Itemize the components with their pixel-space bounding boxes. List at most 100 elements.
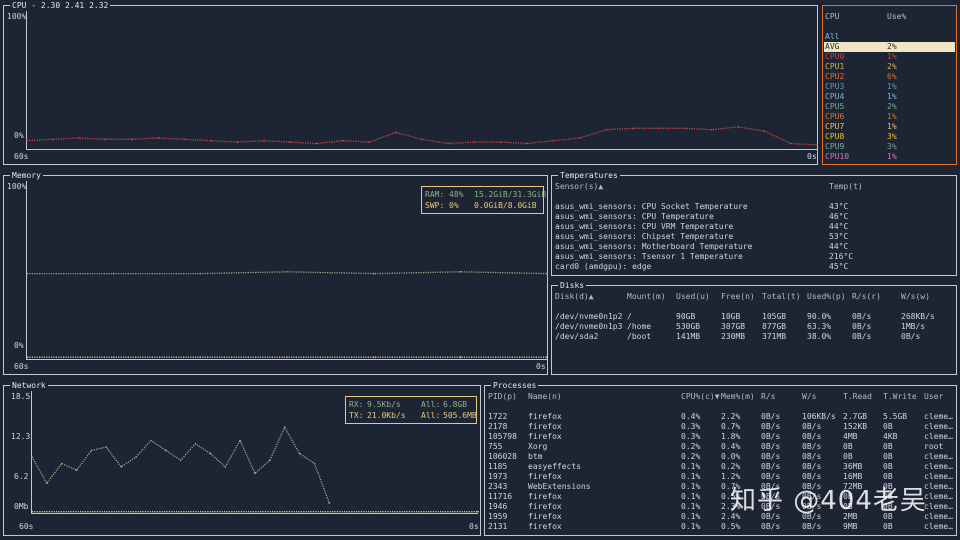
cpu-avg-series-point: [763, 130, 766, 132]
process-row[interactable]: 1722 firefox 0.4% 2.2% 0B/s 106KB/s 2.7GB 5.5GB…: [485, 412, 956, 422]
process-row-cell: 0.4%: [721, 442, 741, 451]
rx-series-point: [209, 452, 212, 455]
process-row[interactable]: 755 Xorg 0.2% 0.4% 0B/s 0B/s 0B 0B root: [485, 442, 956, 452]
processes-header-cell[interactable]: PID(p): [488, 392, 517, 402]
disks-row-cell: 0B/s: [852, 332, 872, 341]
processes-header-cell[interactable]: User: [924, 392, 943, 402]
process-row[interactable]: 1185 easyeffects 0.1% 0.2% 0B/s 0B/s 36MB 0B cle…: [485, 462, 956, 472]
cpu-list-item-name: CPU0: [825, 52, 845, 61]
disks-header-cell[interactable]: Total(t): [762, 292, 801, 302]
cpu-list-item[interactable]: CPU9 3%: [824, 142, 955, 152]
temps-row[interactable]: asus_wmi_sensors: CPU Temperature 46°C: [552, 212, 956, 222]
process-row-cell: 2.7GB: [843, 412, 868, 421]
cpu-plot-area: [26, 11, 818, 150]
disks-panel[interactable]: Disks Disk(d)▲ Mount(m) Used(u) Free(n) Tota…: [551, 280, 957, 375]
temperatures-panel[interactable]: Temperatures Sensor(s)▲ Temp(t) asus_wmi…: [551, 170, 957, 276]
cpu-list-item[interactable]: CPU5 2%: [824, 102, 955, 112]
disks-header-cell[interactable]: Used%(p): [807, 292, 846, 302]
process-row-cell: cleme…: [924, 462, 953, 471]
disks-row[interactable]: /dev/nvme0n1p2 / 90GB 10GB 105GB 90.0% 0B/s 268…: [552, 312, 956, 322]
disks-row[interactable]: /dev/nvme0n1p3/home 530GB 307GB 877GB 63.3% 0…: [552, 322, 956, 332]
temps-row[interactable]: asus_wmi_sensors: Chipset Temperature 53°…: [552, 232, 956, 242]
process-row[interactable]: 2131 firefox 0.1% 0.5% 0B/s 0B/s 9MB 0B cleme…: [485, 522, 956, 532]
cpu-panel[interactable]: CPU - 2.30 2.41 2.32 100% 0% 60s 0s: [3, 0, 818, 165]
process-row[interactable]: 105798 firefox 0.3% 1.8% 0B/s 0B/s 4MB 4KB cleme…: [485, 432, 956, 442]
cpu-list-item[interactable]: CPU3 1%: [824, 82, 955, 92]
tx-label: TX:: [349, 411, 364, 420]
processes-header-cell[interactable]: CPU%(c)▼: [681, 392, 720, 402]
cpu-avg-series-point: [184, 138, 186, 141]
cpu-list-item[interactable]: All: [824, 32, 955, 42]
cpu-list-item[interactable]: AVG 2%: [824, 42, 955, 52]
temps-row[interactable]: card0 (amdgpu): edge 45°C: [552, 262, 956, 272]
cpu-list-item[interactable]: CPU10 1%: [824, 152, 955, 162]
disks-header-cell[interactable]: Disk(d)▲: [555, 292, 594, 302]
cpu-list-item[interactable]: CPU2 6%: [824, 72, 955, 82]
temps-header-sensor[interactable]: Sensor(s)▲: [555, 182, 603, 192]
network-panel[interactable]: Network 18.5 12.3 6.2 0Mb RX: 9.5Kb/s Al…: [3, 380, 481, 536]
memory-panel-title: Memory: [10, 170, 43, 181]
tx-all-label: All:: [421, 411, 441, 420]
ram-series-point: [546, 272, 548, 275]
cpu-avg-series-point: [289, 141, 292, 143]
cpu-avg-series-point: [447, 142, 450, 145]
temps-header-temp[interactable]: Temp(t): [829, 182, 863, 192]
temps-row[interactable]: asus_wmi_sensors: Motherboard Temperatur…: [552, 242, 956, 252]
cpu-avg-series-point: [210, 139, 213, 142]
rx-series-point: [283, 426, 286, 429]
cpu-panel-title: CPU - 2.30 2.41 2.32: [10, 0, 111, 11]
processes-header-cell[interactable]: T.Write: [883, 392, 917, 402]
cpu-list-item[interactable]: CPU0 1%: [824, 52, 955, 62]
process-row-cell: 9MB: [843, 522, 858, 531]
cpu-avg-series: [26, 126, 818, 146]
process-row-cell: 106028: [488, 452, 517, 461]
temps-row[interactable]: asus_wmi_sensors: CPU Socket Temperature…: [552, 202, 956, 212]
swap-series-point: [546, 356, 548, 358]
temps-row[interactable]: asus_wmi_sensors: Tsensor 1 Temperature 2…: [552, 252, 956, 262]
process-row-cell: firefox: [528, 512, 562, 521]
memory-panel[interactable]: Memory 100% 0% RAM: 48% 15.2GiB/31.3GiB …: [3, 170, 548, 375]
cpu-list-panel[interactable]: CPU Use% All AVG 2% CPU0 1% CPU1 2% CPU2 6% CPU3 1…: [822, 5, 957, 165]
process-row-cell: cleme…: [924, 432, 953, 441]
disks-header-cell[interactable]: R/s(r): [852, 292, 881, 302]
rx-series-point: [298, 452, 301, 455]
temps-row[interactable]: asus_wmi_sensors: CPU VRM Temperature 44°…: [552, 222, 956, 232]
cpu-list-item[interactable]: CPU7 1%: [824, 122, 955, 132]
cpu-list-item-use: 2%: [887, 42, 897, 51]
process-row-cell: cleme…: [924, 472, 953, 481]
swap-series-point: [459, 356, 462, 358]
disks-row-cell: 38.0%: [807, 332, 832, 341]
cpu-list-item[interactable]: CPU8 3%: [824, 132, 955, 142]
process-row[interactable]: 106028 btm 0.2% 0.0% 0B/s 0B/s 0B 0B cleme…: [485, 452, 956, 462]
cpu-list-item-name: CPU7: [825, 122, 845, 131]
disks-row-cell: 105GB: [762, 312, 787, 321]
processes-header-cell[interactable]: T.Read: [843, 392, 872, 402]
disks-row-cell: 63.3%: [807, 322, 832, 331]
process-row-cell: 0B/s: [761, 442, 781, 451]
rx-series-point: [120, 466, 122, 468]
disks-row-cell: 0B/s: [852, 312, 872, 321]
disks-row[interactable]: /dev/sda2/boot 141MB 230MB 371MB 38.0% 0B/s 0B…: [552, 332, 956, 342]
cpu-list-item[interactable]: CPU6 1%: [824, 112, 955, 122]
disks-header-cell[interactable]: Used(u): [676, 292, 710, 302]
process-row[interactable]: 2178 firefox 0.3% 0.7% 0B/s 0B/s 152KB 0B cleme…: [485, 422, 956, 432]
disks-header-cell[interactable]: Free(n): [721, 292, 755, 302]
process-row-cell: 2.2%: [721, 412, 741, 421]
ram-amount: 15.2GiB/31.3GiB: [474, 190, 547, 199]
disks-header-cell[interactable]: Mount(m): [627, 292, 666, 302]
disks-row-cell: 307GB: [721, 322, 746, 331]
cpu-list-item[interactable]: CPU1 2%: [824, 62, 955, 72]
process-row-cell: firefox: [528, 412, 562, 421]
cpu-list-item[interactable]: CPU4 1%: [824, 92, 955, 102]
processes-header-cell[interactable]: R/s: [761, 392, 775, 402]
processes-header-cell[interactable]: W/s: [802, 392, 816, 402]
cpu-avg-series-point: [368, 141, 371, 143]
temps-value: 45°C: [829, 262, 849, 271]
process-row-cell: firefox: [528, 492, 562, 501]
rx-series-point: [105, 446, 108, 448]
cpu-list-item-name: All: [825, 32, 840, 41]
disks-header-cell[interactable]: W/s(w): [901, 292, 930, 302]
processes-header-cell[interactable]: Name(n): [528, 392, 562, 402]
process-row-cell: easyeffects: [528, 462, 581, 471]
processes-header-cell[interactable]: Mem%(m): [721, 392, 755, 402]
